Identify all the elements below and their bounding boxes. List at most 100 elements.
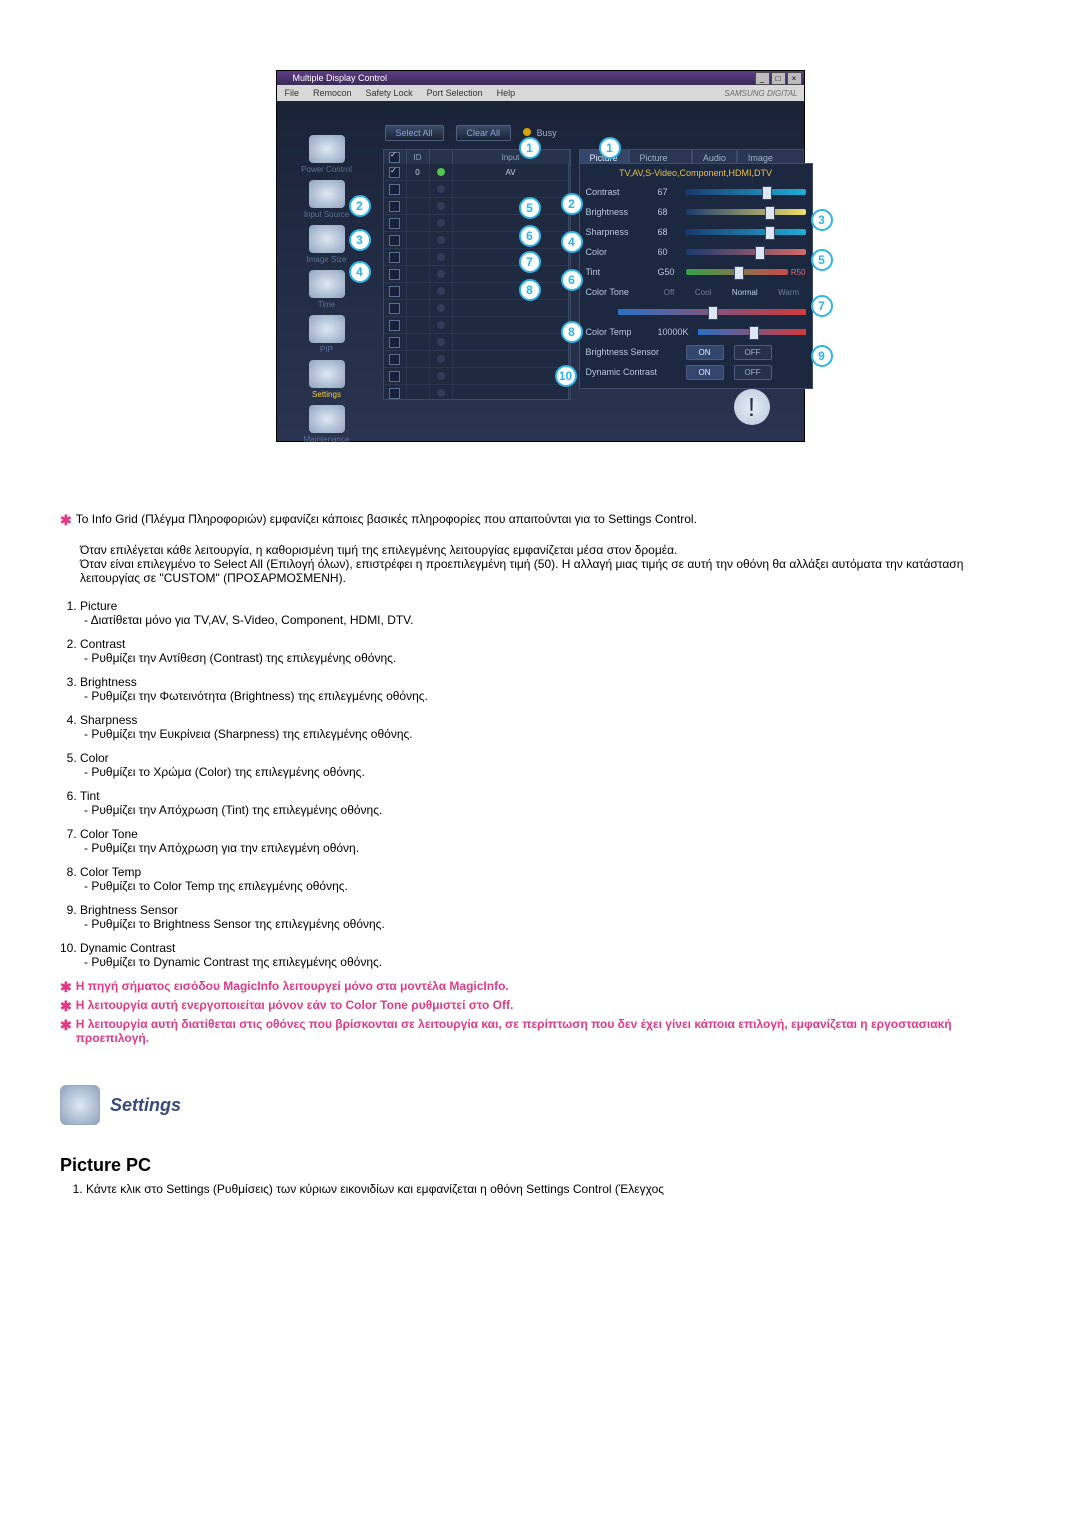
status-led-icon: [437, 304, 445, 312]
row-checkbox[interactable]: [389, 201, 400, 212]
info-grid: ID Input 0AV: [383, 149, 571, 400]
row-checkbox[interactable]: [389, 371, 400, 382]
status-led-icon: [437, 236, 445, 244]
close-icon[interactable]: ×: [787, 72, 802, 85]
status-led-icon: [437, 287, 445, 295]
nav-pip[interactable]: PIP: [291, 315, 363, 354]
row-checkbox[interactable]: [389, 320, 400, 331]
busy-label: Busy: [537, 128, 557, 138]
table-row[interactable]: [384, 351, 570, 368]
menu-help[interactable]: Help: [497, 88, 516, 98]
table-row[interactable]: [384, 385, 570, 399]
row-checkbox[interactable]: [389, 218, 400, 229]
table-row[interactable]: [384, 368, 570, 385]
color-tone-cool[interactable]: Cool: [695, 288, 711, 297]
color-tone-off[interactable]: Off: [664, 288, 675, 297]
settings-icon: [309, 360, 345, 388]
table-row[interactable]: [384, 317, 570, 334]
table-row[interactable]: 0AV: [384, 164, 570, 181]
row-checkbox[interactable]: [389, 388, 400, 399]
nav-power-control[interactable]: Power Control: [291, 135, 363, 174]
clear-all-button[interactable]: Clear All: [456, 125, 512, 141]
table-row[interactable]: [384, 300, 570, 317]
nav-settings[interactable]: Settings: [291, 360, 363, 399]
brightness-sensor-on[interactable]: ON: [686, 345, 724, 360]
row-checkbox[interactable]: [389, 354, 400, 365]
panel-header: TV,AV,S-Video,Component,HDMI,DTV: [580, 164, 812, 182]
callout-6-panel: 6: [561, 269, 583, 291]
list-item: Brightness Sensor- Ρυθμίζει το Brightnes…: [80, 903, 1020, 931]
table-row[interactable]: [384, 181, 570, 198]
item-title: Color Temp: [80, 865, 1020, 879]
red-note-1: Η πηγή σήματος εισόδου MagicInfo λειτουρ…: [76, 979, 509, 996]
row-input: [453, 351, 570, 367]
brightness-value: 68: [658, 207, 686, 217]
brightness-sensor-off[interactable]: OFF: [734, 345, 772, 360]
nav-maintenance[interactable]: Maintenance: [291, 405, 363, 444]
list-item: Brightness- Ρυθμίζει την Φωτεινότητα (Br…: [80, 675, 1020, 703]
row-input: AV: [453, 164, 570, 180]
color-slider[interactable]: [686, 249, 806, 255]
table-row[interactable]: [384, 283, 570, 300]
brand-label: SAMSUNG DIGITAL: [724, 89, 797, 98]
select-all-button[interactable]: Select All: [385, 125, 444, 141]
list-item: Color- Ρυθμίζει το Χρώμα (Color) της επι…: [80, 751, 1020, 779]
brightness-slider[interactable]: [686, 209, 806, 215]
color-temp-value: 10000K: [658, 327, 698, 337]
color-tone-slider[interactable]: [618, 309, 806, 315]
dynamic-contrast-on[interactable]: ON: [686, 365, 724, 380]
contrast-slider[interactable]: [686, 189, 806, 195]
pip-icon: [309, 315, 345, 343]
sharpness-slider[interactable]: [686, 229, 806, 235]
table-row[interactable]: [384, 232, 570, 249]
row-input: [453, 334, 570, 350]
red-note-3: Η λειτουργία αυτή διατίθεται στις οθόνες…: [76, 1017, 1020, 1045]
table-row[interactable]: [384, 198, 570, 215]
row-input: [453, 215, 570, 231]
item-desc: - Διατίθεται μόνο για TV,AV, S-Video, Co…: [84, 613, 1020, 627]
color-tone-normal[interactable]: Normal: [732, 288, 758, 297]
app-screenshot: Multiple Display Control _ □ × File Remo…: [276, 70, 805, 442]
menu-safety-lock[interactable]: Safety Lock: [366, 88, 413, 98]
callout-5-grid: 5: [519, 197, 541, 219]
row-checkbox[interactable]: [389, 184, 400, 195]
minimize-icon[interactable]: _: [755, 72, 770, 85]
row-checkbox[interactable]: [389, 337, 400, 348]
row-checkbox[interactable]: [389, 235, 400, 246]
tint-slider[interactable]: [686, 269, 788, 275]
table-row[interactable]: [384, 215, 570, 232]
row-checkbox[interactable]: [389, 286, 400, 297]
red-note-2: Η λειτουργία αυτή ενεργοποιείται μόνον ε…: [76, 998, 514, 1015]
table-row[interactable]: [384, 249, 570, 266]
row-id: [407, 334, 430, 350]
row-checkbox[interactable]: [389, 269, 400, 280]
grid-header-input: Input: [453, 150, 570, 164]
status-led-icon: [437, 389, 445, 397]
para2a: Όταν επιλέγεται κάθε λειτουργία, η καθορ…: [80, 543, 677, 557]
window-titlebar: Multiple Display Control _ □ ×: [277, 71, 804, 85]
grid-header-status: [430, 150, 453, 164]
row-checkbox[interactable]: [389, 252, 400, 263]
dynamic-contrast-off[interactable]: OFF: [734, 365, 772, 380]
settings-descriptions: Picture- Διατίθεται μόνο για TV,AV, S-Vi…: [60, 599, 1020, 969]
status-led-icon: [437, 202, 445, 210]
row-input: [453, 181, 570, 197]
grid-header-id: ID: [407, 150, 430, 164]
time-icon: [309, 270, 345, 298]
menu-remocon[interactable]: Remocon: [313, 88, 352, 98]
color-tone-warm[interactable]: Warm: [778, 288, 799, 297]
callout-1-grid: 1: [519, 137, 541, 159]
menu-port-selection[interactable]: Port Selection: [427, 88, 483, 98]
row-checkbox[interactable]: [389, 303, 400, 314]
grid-header-check[interactable]: [384, 150, 407, 164]
callout-7-panel: 7: [811, 295, 833, 317]
color-temp-slider[interactable]: [698, 329, 806, 335]
row-checkbox[interactable]: [389, 167, 400, 178]
callout-9-panel: 9: [811, 345, 833, 367]
callout-4-panel: 4: [561, 231, 583, 253]
maximize-icon[interactable]: □: [771, 72, 786, 85]
tint-value-r: R50: [788, 268, 806, 277]
table-row[interactable]: [384, 334, 570, 351]
menu-file[interactable]: File: [285, 88, 300, 98]
table-row[interactable]: [384, 266, 570, 283]
